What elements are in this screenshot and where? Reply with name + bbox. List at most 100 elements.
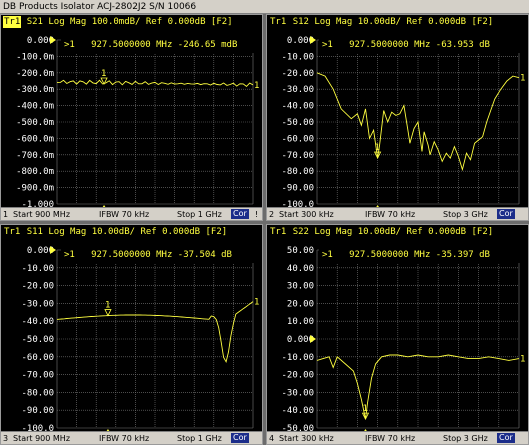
y-tick-label: 0.000 xyxy=(27,246,54,256)
plot-area[interactable]: 0.000 -100.0m -200.0m -300.0m -400.0m -500.0m… xyxy=(1,28,263,211)
trace-settings[interactable]: S12 Log Mag 10.00dB/ Ref 0.000dB [F2] xyxy=(293,17,493,27)
ifbw-setting[interactable]: IFBW 70 kHz xyxy=(365,432,415,444)
start-frequency[interactable]: Start 300 kHz xyxy=(279,208,334,220)
marker-label: 1 xyxy=(375,143,380,153)
status-bar: 4 Start 300 kHz IFBW 70 kHz Stop 3 GHz C… xyxy=(267,431,528,444)
plot-area[interactable]: 50.00 40.00 30.00 20.00 10.00 0.000 -10.00 -20.… xyxy=(267,238,529,435)
start-frequency[interactable]: Start 900 MHz xyxy=(13,208,70,220)
y-tick-label: 0.000 xyxy=(27,36,54,46)
plot-area[interactable]: 0.000 -10.00 -20.00 -30.00 -40.00 -50.00 -60.0… xyxy=(267,28,529,211)
plot-grid xyxy=(56,39,254,205)
y-tick-label: -20.00 xyxy=(21,282,54,292)
y-tick-label: -600.0m xyxy=(16,134,54,144)
marker-readout: >1 927.5000000 MHz -37.504 dB xyxy=(61,247,255,263)
y-tick-label: 30.00 xyxy=(287,282,314,292)
trace-line xyxy=(56,79,254,87)
y-tick-label: -200.0m xyxy=(16,69,54,79)
y-tick-label: 10.00 xyxy=(287,317,314,327)
stop-frequency[interactable]: Stop 1 GHz xyxy=(177,432,222,444)
plot-canvas[interactable]: 0.000 -10.00 -20.00 -30.00 -40.00 -50.00 -60.0… xyxy=(1,238,263,435)
y-tick-label: -40.00 xyxy=(281,406,314,416)
y-tick-label: -20.00 xyxy=(281,371,314,381)
y-tick-label: -400.0m xyxy=(16,102,54,112)
trace-header: Tr1 S11 Log Mag 10.00dB/ Ref 0.000dB [F2… xyxy=(3,226,227,238)
y-tick-label: -10.00 xyxy=(21,264,54,274)
y-tick-label: -10.00 xyxy=(281,353,314,363)
y-tick-label: -40.00 xyxy=(281,102,314,112)
ifbw-setting[interactable]: IFBW 70 kHz xyxy=(99,208,149,220)
trace-end-label: 1 xyxy=(520,74,525,84)
status-indicator: ! xyxy=(255,210,259,219)
plot-grid xyxy=(316,249,520,429)
window-title: DB Products Isolator ACJ-2802J2 S/N 1006… xyxy=(0,0,529,14)
plot-canvas[interactable]: 0.000 -100.0m -200.0m -300.0m -400.0m -500.0m… xyxy=(1,28,263,211)
trace-end-label: 1 xyxy=(254,298,259,308)
trace-header: Tr1 S12 Log Mag 10.00dB/ Ref 0.000dB [F2… xyxy=(269,16,493,28)
trace-selector[interactable]: Tr1 xyxy=(269,16,287,28)
correction-badge[interactable]: Cor xyxy=(231,433,249,443)
stop-frequency[interactable]: Stop 3 GHz xyxy=(443,432,488,444)
channel-window-s21[interactable]: Tr1 S21 Log Mag 100.0mdB/ Ref 0.000dB [F… xyxy=(0,14,263,221)
marker-label: 1 xyxy=(362,404,367,414)
plot-area[interactable]: 0.000 -10.00 -20.00 -30.00 -40.00 -50.00 -60.0… xyxy=(1,238,263,435)
trace-settings[interactable]: S22 Log Mag 10.00dB/ Ref 0.000dB [F2] xyxy=(293,227,493,237)
stop-frequency[interactable]: Stop 1 GHz xyxy=(177,208,222,220)
y-tick-label: -700.0m xyxy=(16,151,54,161)
y-tick-label: -30.00 xyxy=(281,388,314,398)
trace-selector[interactable]: Tr1 xyxy=(269,226,287,238)
channel-number: 2 xyxy=(269,210,275,219)
marker-readout: >1 927.5000000 MHz -246.65 mdB xyxy=(61,37,255,53)
y-tick-label: -800.0m xyxy=(16,167,54,177)
y-tick-label: -90.00 xyxy=(281,184,314,194)
trace-selector[interactable]: Tr1 xyxy=(3,16,22,28)
y-tick-label: -500.0m xyxy=(16,118,54,128)
ifbw-setting[interactable]: IFBW 70 kHz xyxy=(365,208,415,220)
stop-frequency[interactable]: Stop 3 GHz xyxy=(443,208,488,220)
channel-number: 3 xyxy=(3,434,9,443)
ifbw-setting[interactable]: IFBW 70 kHz xyxy=(99,432,149,444)
y-tick-label: 20.00 xyxy=(287,299,314,309)
marker-label: 1 xyxy=(101,69,106,79)
correction-badge[interactable]: Cor xyxy=(231,209,249,219)
channel-number: 4 xyxy=(269,434,275,443)
y-tick-label: -40.00 xyxy=(21,317,54,327)
channel-window-s22[interactable]: Tr1 S22 Log Mag 10.00dB/ Ref 0.000dB [F2… xyxy=(266,224,529,445)
y-tick-label: -60.00 xyxy=(281,134,314,144)
status-bar: 3 Start 900 MHz IFBW 70 kHz Stop 1 GHz C… xyxy=(1,431,262,444)
y-tick-label: -20.00 xyxy=(281,69,314,79)
status-bar: 1 Start 900 MHz IFBW 70 kHz Stop 1 GHz C… xyxy=(1,207,262,220)
y-tick-label: -70.00 xyxy=(21,371,54,381)
plot-grid xyxy=(56,249,254,429)
y-tick-label: -30.00 xyxy=(281,85,314,95)
y-tick-label: -90.00 xyxy=(21,406,54,416)
y-tick-label: 40.00 xyxy=(287,264,314,274)
y-tick-label: -60.00 xyxy=(21,353,54,363)
y-tick-label: -900.0m xyxy=(16,184,54,194)
y-tick-label: -300.0m xyxy=(16,85,54,95)
trace-selector[interactable]: Tr1 xyxy=(3,226,21,238)
correction-badge[interactable]: Cor xyxy=(497,433,515,443)
channel-window-s12[interactable]: Tr1 S12 Log Mag 10.00dB/ Ref 0.000dB [F2… xyxy=(266,14,529,221)
y-tick-label: -70.00 xyxy=(281,151,314,161)
y-tick-label: 50.00 xyxy=(287,246,314,256)
y-tick-label: -10.00 xyxy=(281,52,314,62)
y-tick-label: 0.000 xyxy=(287,36,314,46)
y-tick-label: -30.00 xyxy=(21,299,54,309)
start-frequency[interactable]: Start 900 MHz xyxy=(13,432,70,444)
marker-readout: >1 927.5000000 MHz -63.953 dB xyxy=(319,37,521,53)
start-frequency[interactable]: Start 300 kHz xyxy=(279,432,334,444)
channel-window-s11[interactable]: Tr1 S11 Log Mag 10.00dB/ Ref 0.000dB [F2… xyxy=(0,224,263,445)
plot-canvas[interactable]: 0.000 -10.00 -20.00 -30.00 -40.00 -50.00 -60.0… xyxy=(267,28,529,211)
channel-number: 1 xyxy=(3,210,9,219)
y-tick-label: -80.00 xyxy=(21,388,54,398)
correction-badge[interactable]: Cor xyxy=(497,209,515,219)
marker-label: 1 xyxy=(105,301,110,311)
trace-header: Tr1 S21 Log Mag 100.0mdB/ Ref 0.000dB [F… xyxy=(3,16,233,28)
trace-settings[interactable]: S11 Log Mag 10.00dB/ Ref 0.000dB [F2] xyxy=(27,227,227,237)
trace-settings[interactable]: S21 Log Mag 100.0mdB/ Ref 0.000dB [F2] xyxy=(27,17,233,27)
marker-readout: >1 927.5000000 MHz -35.397 dB xyxy=(319,247,521,263)
trace-end-label: 1 xyxy=(254,81,259,91)
y-tick-label: -50.00 xyxy=(21,335,54,345)
plot-canvas[interactable]: 50.00 40.00 30.00 20.00 10.00 0.000 -10.00 -20.… xyxy=(267,238,529,435)
y-tick-label: -50.00 xyxy=(281,118,314,128)
